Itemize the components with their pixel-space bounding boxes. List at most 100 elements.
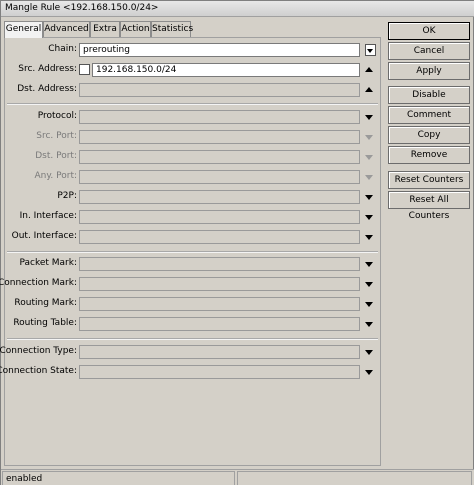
protocol-label: Protocol: (37, 111, 77, 121)
p2p-dropdown-button[interactable] (364, 191, 374, 203)
in-interface-field[interactable] (79, 210, 360, 224)
title-bar[interactable]: Mangle Rule <192.168.150.0/24> (1, 1, 474, 17)
chain-row: Chain: prerouting (5, 43, 382, 57)
packet-mark-dropdown-button[interactable] (364, 258, 374, 270)
connection-mark-row: Connection Mark: (0, 277, 382, 291)
dst-port-row: Dst. Port: (5, 150, 382, 164)
routing-table-row: Routing Table: (5, 317, 382, 331)
dst-port-dropdown-button[interactable] (364, 151, 374, 163)
connection-state-label: Connection State: (0, 366, 77, 376)
any-port-label: Any. Port: (34, 171, 78, 181)
separator (7, 338, 378, 340)
reset-counters-button[interactable]: Reset Counters (388, 171, 470, 189)
connection-mark-label: Connection Mark: (0, 278, 77, 288)
any-port-dropdown-button[interactable] (364, 171, 374, 183)
routing-mark-row: Routing Mark: (5, 297, 382, 311)
routing-table-label: Routing Table: (13, 318, 77, 328)
triangle-down-icon (365, 215, 373, 220)
any-port-field[interactable] (79, 170, 360, 184)
src-address-value: 192.168.150.0/24 (96, 65, 177, 75)
src-address-label: Src. Address: (18, 64, 77, 74)
dst-address-expand-button[interactable] (364, 84, 374, 96)
remove-button[interactable]: Remove (388, 146, 470, 164)
triangle-up-icon (365, 67, 373, 72)
status-cell-empty (237, 471, 472, 485)
out-interface-label: Out. Interface: (11, 231, 77, 241)
connection-type-label: Connection Type: (0, 346, 77, 356)
connection-mark-field[interactable] (79, 277, 360, 291)
dst-port-field[interactable] (79, 150, 360, 164)
triangle-down-icon (365, 175, 373, 180)
packet-mark-label: Packet Mark: (19, 258, 77, 268)
any-port-row: Any. Port: (5, 170, 382, 184)
tab-extra[interactable]: Extra (90, 21, 120, 37)
select-arrow-icon (367, 49, 373, 53)
triangle-down-icon (365, 302, 373, 307)
triangle-down-icon (365, 155, 373, 160)
p2p-field[interactable] (79, 190, 360, 204)
protocol-dropdown-button[interactable] (364, 111, 374, 123)
dst-address-row: Dst. Address: (5, 83, 382, 97)
src-address-field[interactable]: 192.168.150.0/24 (92, 63, 360, 77)
src-address-collapse-button[interactable] (364, 64, 374, 76)
connection-state-field[interactable] (79, 365, 360, 379)
packet-mark-field[interactable] (79, 257, 360, 271)
ok-button[interactable]: OK (388, 22, 470, 40)
triangle-up-icon (365, 87, 373, 92)
cancel-button[interactable]: Cancel (388, 42, 470, 60)
chain-value: prerouting (83, 45, 130, 55)
connection-state-row: Connection State: (0, 365, 382, 379)
src-port-dropdown-button[interactable] (364, 131, 374, 143)
connection-type-row: Connection Type: (0, 345, 382, 359)
tab-action[interactable]: Action (120, 21, 151, 37)
in-interface-row: In. Interface: (5, 210, 382, 224)
copy-button[interactable]: Copy (388, 126, 470, 144)
tab-statistics[interactable]: Statistics (151, 21, 193, 37)
protocol-row: Protocol: (5, 110, 382, 124)
apply-button[interactable]: Apply (388, 62, 470, 80)
dst-address-field[interactable] (79, 83, 360, 97)
mangle-rule-window: Mangle Rule <192.168.150.0/24> General A… (0, 0, 474, 485)
tab-general[interactable]: General (4, 21, 43, 38)
routing-mark-field[interactable] (79, 297, 360, 311)
triangle-down-icon (365, 262, 373, 267)
connection-type-field[interactable] (79, 345, 360, 359)
in-interface-label: In. Interface: (19, 211, 77, 221)
chain-select-button[interactable] (365, 44, 376, 56)
out-interface-row: Out. Interface: (5, 230, 382, 244)
status-bar: enabled (1, 469, 474, 485)
triangle-down-icon (365, 350, 373, 355)
routing-table-field[interactable] (79, 317, 360, 331)
routing-mark-dropdown-button[interactable] (364, 298, 374, 310)
triangle-down-icon (365, 115, 373, 120)
window-title: Mangle Rule <192.168.150.0/24> (5, 3, 159, 13)
src-port-row: Src. Port: (5, 130, 382, 144)
connection-type-dropdown-button[interactable] (364, 346, 374, 358)
disable-button[interactable]: Disable (388, 86, 470, 104)
triangle-down-icon (365, 195, 373, 200)
src-address-negate-checkbox[interactable] (79, 64, 90, 75)
connection-state-dropdown-button[interactable] (364, 366, 374, 378)
status-cell: enabled (2, 471, 235, 485)
status-text: enabled (6, 474, 43, 484)
triangle-down-icon (365, 322, 373, 327)
in-interface-dropdown-button[interactable] (364, 211, 374, 223)
general-tab-panel: Chain: prerouting Src. Address: 192.168.… (0, 37, 382, 466)
tab-advanced[interactable]: Advanced (43, 21, 90, 37)
packet-mark-row: Packet Mark: (5, 257, 382, 271)
comment-button[interactable]: Comment (388, 106, 470, 124)
dst-address-label: Dst. Address: (17, 84, 77, 94)
p2p-label: P2P: (57, 191, 77, 201)
out-interface-dropdown-button[interactable] (364, 231, 374, 243)
dst-port-label: Dst. Port: (35, 151, 77, 161)
triangle-down-icon (365, 235, 373, 240)
src-port-field[interactable] (79, 130, 360, 144)
triangle-down-icon (365, 135, 373, 140)
p2p-row: P2P: (5, 190, 382, 204)
out-interface-field[interactable] (79, 230, 360, 244)
protocol-field[interactable] (79, 110, 360, 124)
chain-field[interactable]: prerouting (79, 43, 360, 57)
connection-mark-dropdown-button[interactable] (364, 278, 374, 290)
reset-all-counters-button[interactable]: Reset All Counters (388, 191, 470, 221)
routing-table-dropdown-button[interactable] (364, 318, 374, 330)
